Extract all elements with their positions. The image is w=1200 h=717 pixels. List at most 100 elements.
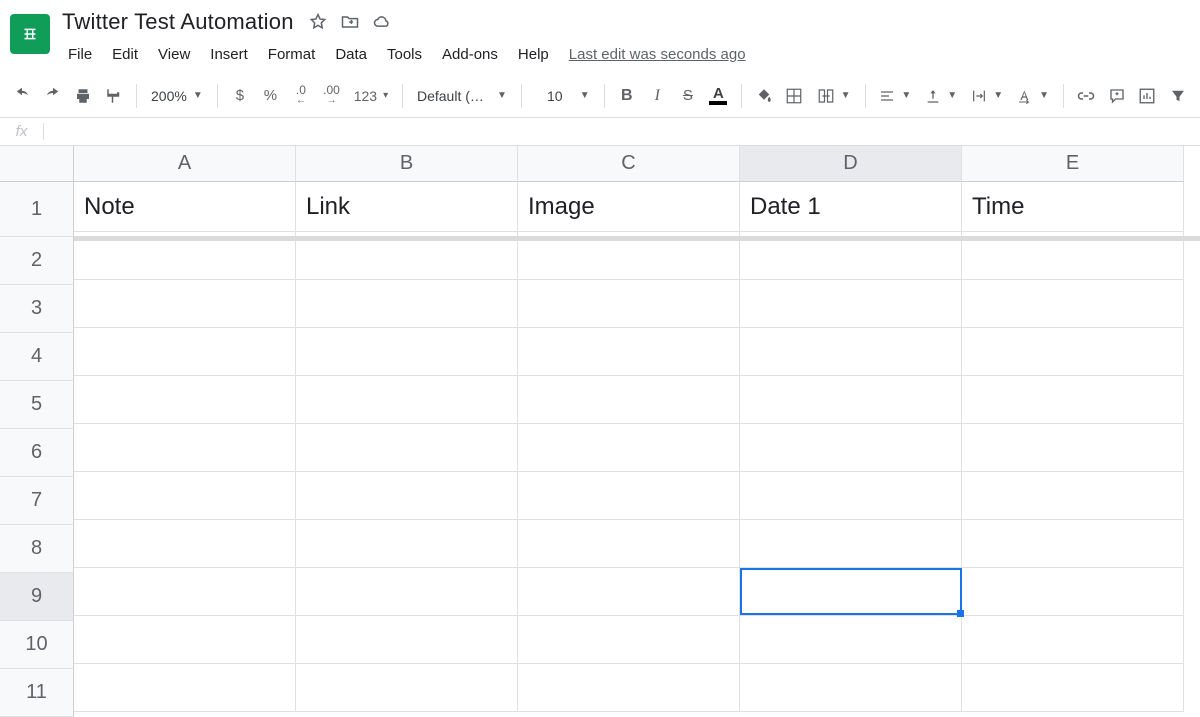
cell-B8[interactable]: [296, 520, 518, 568]
cell-D10[interactable]: [740, 616, 962, 664]
cell-D7[interactable]: [740, 472, 962, 520]
cell-E9[interactable]: [962, 568, 1184, 616]
cell-E3[interactable]: [962, 280, 1184, 328]
col-header-A[interactable]: A: [74, 146, 296, 182]
cell-E10[interactable]: [962, 616, 1184, 664]
filter-button[interactable]: [1165, 82, 1190, 110]
cell-B11[interactable]: [296, 664, 518, 712]
borders-button[interactable]: [782, 82, 807, 110]
cell-C3[interactable]: [518, 280, 740, 328]
cell-A1[interactable]: Note: [74, 182, 296, 232]
vertical-align-button[interactable]: ▼: [921, 82, 961, 110]
cell-D4[interactable]: [740, 328, 962, 376]
formula-input[interactable]: [44, 118, 1200, 145]
paint-format-button[interactable]: [102, 82, 127, 110]
font-family-dropdown[interactable]: Default (Ari…▼: [413, 82, 511, 110]
cell-C9[interactable]: [518, 568, 740, 616]
italic-button[interactable]: I: [645, 82, 670, 110]
row-header-7[interactable]: 7: [0, 477, 74, 525]
cell-B3[interactable]: [296, 280, 518, 328]
menu-data[interactable]: Data: [325, 42, 377, 67]
merge-cells-button[interactable]: ▼: [813, 82, 855, 110]
cell-E11[interactable]: [962, 664, 1184, 712]
format-percent-button[interactable]: %: [258, 82, 283, 110]
insert-link-button[interactable]: [1074, 82, 1099, 110]
cell-C5[interactable]: [518, 376, 740, 424]
menu-tools[interactable]: Tools: [377, 42, 432, 67]
font-size-dropdown[interactable]: 10▼: [532, 82, 594, 110]
menu-file[interactable]: File: [58, 42, 102, 67]
row-header-1[interactable]: 1: [0, 182, 74, 237]
document-title[interactable]: Twitter Test Automation: [58, 7, 298, 37]
undo-button[interactable]: [10, 82, 35, 110]
cell-E5[interactable]: [962, 376, 1184, 424]
row-header-8[interactable]: 8: [0, 525, 74, 573]
row-header-11[interactable]: 11: [0, 669, 74, 717]
redo-button[interactable]: [41, 82, 66, 110]
insert-chart-button[interactable]: [1135, 82, 1160, 110]
last-edit-link[interactable]: Last edit was seconds ago: [569, 46, 746, 63]
cell-D9[interactable]: [740, 568, 962, 616]
cell-C1[interactable]: Image: [518, 182, 740, 232]
cell-D3[interactable]: [740, 280, 962, 328]
frozen-row-divider[interactable]: [74, 236, 1200, 241]
cell-B1[interactable]: Link: [296, 182, 518, 232]
zoom-dropdown[interactable]: 200%▼: [147, 82, 207, 110]
menu-view[interactable]: View: [148, 42, 200, 67]
star-icon[interactable]: [308, 12, 328, 32]
row-header-3[interactable]: 3: [0, 285, 74, 333]
menu-help[interactable]: Help: [508, 42, 559, 67]
number-format-dropdown[interactable]: 123▾: [350, 82, 392, 110]
cell-A10[interactable]: [74, 616, 296, 664]
cell-D5[interactable]: [740, 376, 962, 424]
cell-B9[interactable]: [296, 568, 518, 616]
row-header-10[interactable]: 10: [0, 621, 74, 669]
cell-E1[interactable]: Time: [962, 182, 1184, 232]
text-rotation-button[interactable]: ▼: [1013, 82, 1053, 110]
cell-D11[interactable]: [740, 664, 962, 712]
menu-addons[interactable]: Add-ons: [432, 42, 508, 67]
fill-color-button[interactable]: [752, 82, 777, 110]
decrease-decimal-button[interactable]: .0←: [289, 82, 314, 110]
cell-D8[interactable]: [740, 520, 962, 568]
row-header-9[interactable]: 9: [0, 573, 74, 621]
text-wrap-button[interactable]: ▼: [967, 82, 1007, 110]
cell-A7[interactable]: [74, 472, 296, 520]
print-button[interactable]: [71, 82, 96, 110]
cell-C4[interactable]: [518, 328, 740, 376]
cell-A11[interactable]: [74, 664, 296, 712]
cell-C10[interactable]: [518, 616, 740, 664]
increase-decimal-button[interactable]: .00→: [319, 82, 344, 110]
insert-comment-button[interactable]: [1104, 82, 1129, 110]
horizontal-align-button[interactable]: ▼: [875, 82, 915, 110]
menu-edit[interactable]: Edit: [102, 42, 148, 67]
cell-B5[interactable]: [296, 376, 518, 424]
cell-E6[interactable]: [962, 424, 1184, 472]
cell-E4[interactable]: [962, 328, 1184, 376]
cell-A5[interactable]: [74, 376, 296, 424]
menu-insert[interactable]: Insert: [200, 42, 258, 67]
move-folder-icon[interactable]: [340, 12, 360, 32]
cell-B10[interactable]: [296, 616, 518, 664]
row-header-5[interactable]: 5: [0, 381, 74, 429]
cell-B4[interactable]: [296, 328, 518, 376]
cell-D6[interactable]: [740, 424, 962, 472]
cell-C7[interactable]: [518, 472, 740, 520]
cell-E7[interactable]: [962, 472, 1184, 520]
cell-C6[interactable]: [518, 424, 740, 472]
format-currency-button[interactable]: $: [228, 82, 253, 110]
col-header-E[interactable]: E: [962, 146, 1184, 182]
cell-E8[interactable]: [962, 520, 1184, 568]
cell-A6[interactable]: [74, 424, 296, 472]
cell-A4[interactable]: [74, 328, 296, 376]
text-color-button[interactable]: A: [706, 82, 731, 110]
row-header-2[interactable]: 2: [0, 237, 74, 285]
strikethrough-button[interactable]: S: [676, 82, 701, 110]
cell-B7[interactable]: [296, 472, 518, 520]
row-header-6[interactable]: 6: [0, 429, 74, 477]
cell-D1[interactable]: Date 1: [740, 182, 962, 232]
sheets-logo-icon[interactable]: [10, 14, 50, 54]
cell-B6[interactable]: [296, 424, 518, 472]
cloud-status-icon[interactable]: [372, 12, 392, 32]
col-header-D[interactable]: D: [740, 146, 962, 182]
